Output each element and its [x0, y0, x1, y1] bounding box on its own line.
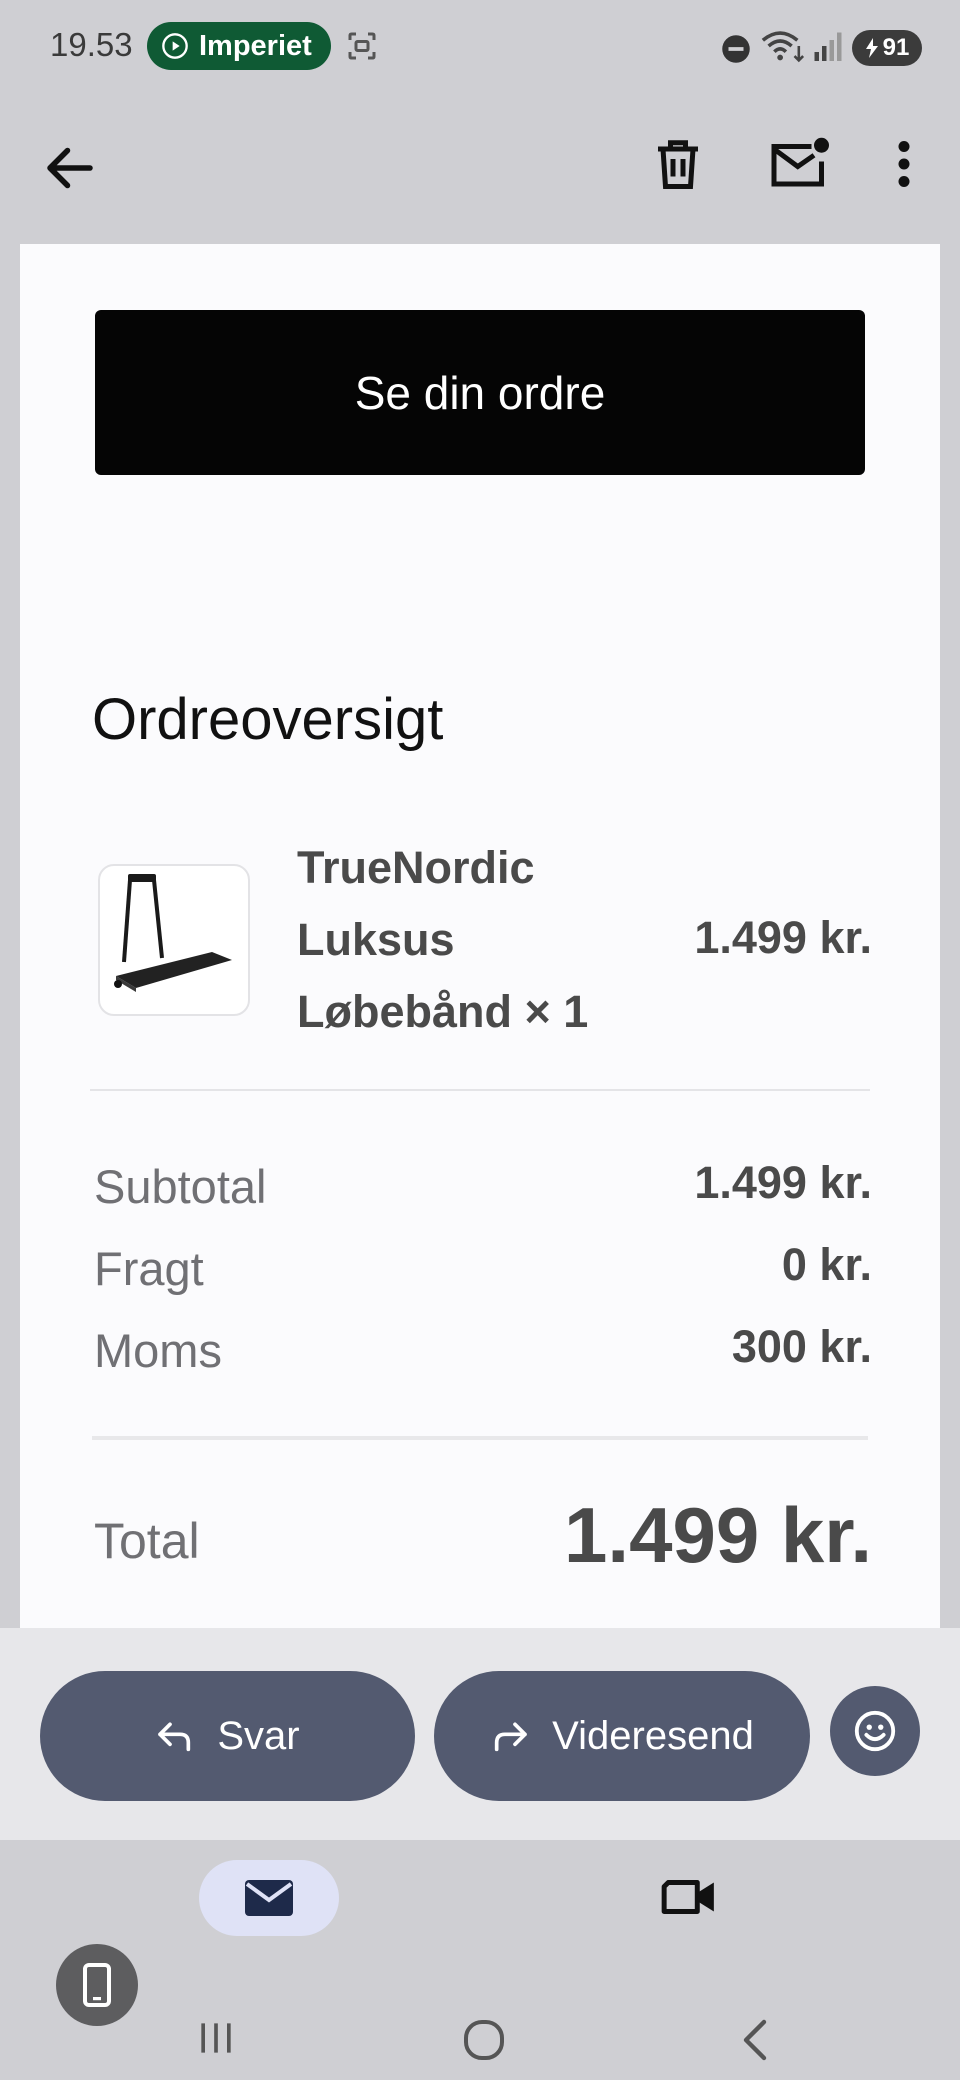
emoji-reaction-button[interactable] [830, 1686, 920, 1776]
navigation-icon [162, 33, 188, 59]
total-label: Total [94, 1513, 200, 1569]
product-image [98, 864, 250, 1016]
subtotal-value: 1.499 kr. [694, 1157, 872, 1208]
shipping-value: 0 kr. [781, 1239, 872, 1290]
charging-bolt-icon [865, 38, 878, 58]
clock: 19.53 [50, 26, 133, 63]
system-back-icon[interactable] [736, 2016, 772, 2064]
status-bar: 19.53 Imperiet 91 [0, 0, 960, 96]
tax-value: 300 kr. [731, 1321, 872, 1372]
home-icon[interactable] [460, 2016, 508, 2064]
do-not-disturb-icon [722, 35, 750, 63]
tax-label: Moms [94, 1324, 222, 1377]
shipping-label: Fragt [94, 1242, 204, 1295]
back-arrow-icon[interactable] [40, 138, 100, 198]
phone-button[interactable] [56, 1944, 138, 2026]
reply-actions: Svar Videresend [0, 1628, 960, 1840]
trash-icon[interactable] [648, 134, 708, 194]
product-name: TrueNordic Luksus Løbebånd × 1 [297, 842, 589, 1037]
phone-icon [83, 1963, 111, 2007]
view-order-button[interactable]: Se din ordre [95, 310, 865, 475]
wifi-icon [761, 31, 805, 63]
battery-icon: 91 [852, 30, 922, 66]
divider [90, 1089, 870, 1091]
order-summary-title: Ordreoversigt [92, 687, 444, 752]
more-vert-icon[interactable] [884, 134, 924, 194]
forward-label: Videresend [552, 1713, 754, 1758]
video-icon[interactable] [660, 1872, 718, 1922]
email-body: Se din ordre Ordreoversigt TrueNordic Lu… [20, 244, 940, 1628]
view-order-label: Se din ordre [354, 366, 606, 419]
forward-icon [495, 1722, 528, 1752]
reply-label: Svar [217, 1713, 300, 1758]
reply-button[interactable]: Svar [40, 1671, 415, 1801]
forward-button[interactable]: Videresend [434, 1671, 810, 1801]
product-price: 1.499 kr. [694, 912, 872, 963]
divider [92, 1436, 868, 1440]
battery-level: 91 [882, 34, 910, 61]
bottom-navigation [0, 1840, 960, 2080]
signal-icon [814, 32, 842, 61]
mark-unread-icon[interactable] [766, 134, 832, 194]
subtotal-label: Subtotal [94, 1160, 267, 1213]
emoji-icon [854, 1710, 896, 1752]
mail-icon [245, 1880, 293, 1916]
location-pill[interactable]: Imperiet [147, 22, 331, 70]
treadmill-image [114, 874, 232, 992]
pill-label: Imperiet [199, 29, 312, 62]
tab-mail[interactable] [199, 1860, 339, 1936]
reply-icon [158, 1722, 191, 1752]
total-value: 1.499 kr. [564, 1491, 872, 1579]
recent-apps-icon[interactable] [194, 2016, 238, 2060]
screenshot-icon [348, 32, 376, 60]
